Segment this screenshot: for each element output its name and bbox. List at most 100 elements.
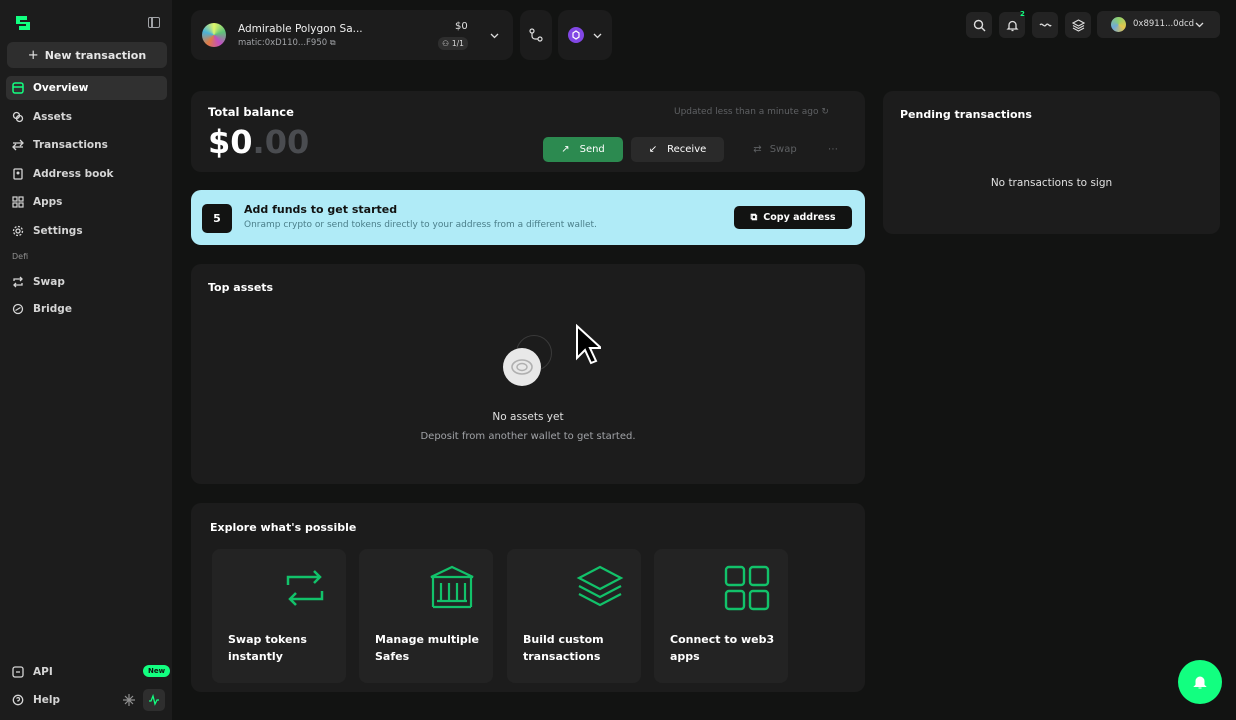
sidebar-item-label: Swap: [33, 276, 65, 288]
receive-button[interactable]: ↙ Receive: [631, 137, 724, 162]
wallet-button[interactable]: 0x8911...0dcd: [1097, 11, 1220, 38]
total-balance-label: Total balance: [208, 105, 294, 119]
wallet-avatar: [1111, 17, 1126, 32]
copy-address-button[interactable]: ⧉ Copy address: [734, 206, 852, 229]
sidebar-item-transactions[interactable]: Transactions: [6, 133, 167, 157]
feature-custom-transactions[interactable]: Build custom transactions: [507, 549, 641, 683]
feature-label: Build custom transactions: [523, 633, 604, 663]
api-label: API: [33, 666, 53, 678]
more-button[interactable]: ⋯: [821, 137, 845, 162]
new-transaction-label: New transaction: [44, 48, 147, 62]
activity-button[interactable]: [143, 689, 165, 711]
copy-icon[interactable]: ⧉: [330, 38, 336, 47]
feature-label: Manage multiple Safes: [375, 633, 479, 663]
grid-icon: [724, 565, 770, 611]
feature-web3-apps[interactable]: Connect to web3 apps: [654, 549, 788, 683]
notification-fab[interactable]: [1178, 660, 1222, 704]
home-icon: [12, 82, 24, 94]
transactions-icon: [12, 139, 24, 151]
chevron-down-icon: [593, 33, 602, 39]
no-assets-subtitle: Deposit from another wallet to get start…: [420, 431, 636, 442]
collapse-sidebar-icon[interactable]: [148, 17, 160, 28]
wave-icon: [1038, 23, 1052, 26]
safe-selector[interactable]: Admirable Polygon Sa... matic:0xD110...F…: [191, 10, 513, 60]
explore-title: Explore what's possible: [210, 521, 357, 534]
feature-label: Swap tokens instantly: [228, 633, 307, 663]
bell-icon: [1005, 20, 1019, 31]
no-assets-title: No assets yet: [492, 411, 564, 423]
api-icon: [12, 666, 24, 678]
no-transactions-text: No transactions to sign: [990, 177, 1113, 189]
notification-count: 2: [1020, 10, 1025, 18]
explore-card: Explore what's possible Swap tokens inst…: [191, 503, 865, 692]
copy-icon: ⧉: [750, 212, 758, 223]
swap-button[interactable]: ⇄ Swap: [734, 137, 816, 162]
safe-address: matic:0xD110...F950 ⧉: [238, 38, 336, 48]
apps-icon: [12, 196, 24, 208]
sidebar-item-assets[interactable]: Assets: [6, 105, 167, 129]
search-icon: [973, 19, 985, 31]
gear-icon: [12, 225, 24, 237]
safe-avatar: [202, 23, 226, 47]
swap-icon: ⇄: [753, 144, 762, 155]
threshold-badge: ⚇ 1/1: [438, 37, 468, 50]
mouse-cursor-icon: [576, 324, 601, 365]
help-icon: [12, 694, 24, 706]
wave-button[interactable]: [1032, 12, 1058, 38]
updated-status: Updated less than a minute ago ↻: [674, 107, 829, 117]
user-icon: ⚇: [442, 39, 449, 48]
feature-manage-safes[interactable]: Manage multiple Safes: [359, 549, 493, 683]
safe-logo-icon[interactable]: [13, 13, 33, 33]
pending-transactions-card: Pending transactions No transactions to …: [883, 91, 1220, 234]
sidebar-item-label: Transactions: [33, 139, 108, 151]
new-transaction-button[interactable]: + New transaction: [7, 42, 167, 68]
sidebar-item-help[interactable]: Help: [6, 688, 116, 712]
sidebar-item-bridge[interactable]: Bridge: [6, 297, 167, 321]
chevron-down-icon[interactable]: [490, 31, 499, 40]
help-label: Help: [33, 694, 61, 706]
feature-swap-tokens[interactable]: Swap tokens instantly: [212, 549, 346, 683]
sidebar-item-label: Settings: [33, 225, 83, 237]
refresh-icon[interactable]: ↻: [821, 107, 829, 117]
sidebar-item-label: Bridge: [33, 303, 72, 315]
banner-subtitle: Onramp crypto or send tokens directly to…: [244, 220, 597, 230]
dots-icon: ⋯: [828, 144, 838, 155]
safe-balance: $0: [455, 21, 468, 32]
sidebar-item-address-book[interactable]: Address book: [6, 162, 167, 186]
total-balance-value: $0.00: [208, 123, 310, 161]
top-assets-title: Top assets: [208, 281, 274, 294]
safe-name: Admirable Polygon Sa...: [238, 23, 363, 35]
new-badge: New: [143, 665, 171, 677]
sidebar-item-label: Apps: [33, 196, 63, 208]
feature-label: Connect to web3 apps: [670, 633, 775, 663]
sidebar-item-label: Assets: [33, 111, 73, 123]
network-selector[interactable]: [558, 10, 612, 60]
sidebar-item-settings[interactable]: Settings: [6, 219, 167, 243]
arrow-up-right-icon: ↗: [561, 144, 570, 155]
pending-title: Pending transactions: [900, 108, 1032, 121]
sidebar-item-label: Overview: [33, 82, 89, 94]
layers-icon: [576, 565, 624, 607]
sidebar-item-swap[interactable]: Swap: [6, 270, 167, 294]
plus-icon: +: [27, 47, 39, 63]
sparkle-icon[interactable]: [122, 693, 136, 707]
search-button[interactable]: [966, 12, 992, 38]
branch-icon: [529, 28, 543, 42]
polygon-icon: [568, 27, 584, 43]
send-button[interactable]: ↗ Send: [543, 137, 623, 162]
layers-button[interactable]: [1065, 12, 1091, 38]
chevron-down-icon: [1195, 22, 1204, 28]
bank-icon: [430, 565, 474, 609]
coin-icon: [503, 348, 541, 386]
sidebar-item-apps[interactable]: Apps: [6, 190, 167, 214]
branch-button[interactable]: [520, 10, 552, 60]
bridge-icon: [12, 303, 24, 315]
defi-section-label: Defi: [12, 252, 29, 261]
top-assets-card: Top assets No assets yet Deposit from an…: [191, 264, 865, 484]
step-number: 5: [202, 204, 232, 233]
sidebar-item-overview[interactable]: Overview: [6, 76, 167, 100]
arrow-down-left-icon: ↙: [648, 144, 658, 155]
coins-icon: [12, 111, 24, 123]
bell-icon: [1193, 676, 1207, 689]
wallet-address: 0x8911...0dcd: [1133, 19, 1195, 29]
